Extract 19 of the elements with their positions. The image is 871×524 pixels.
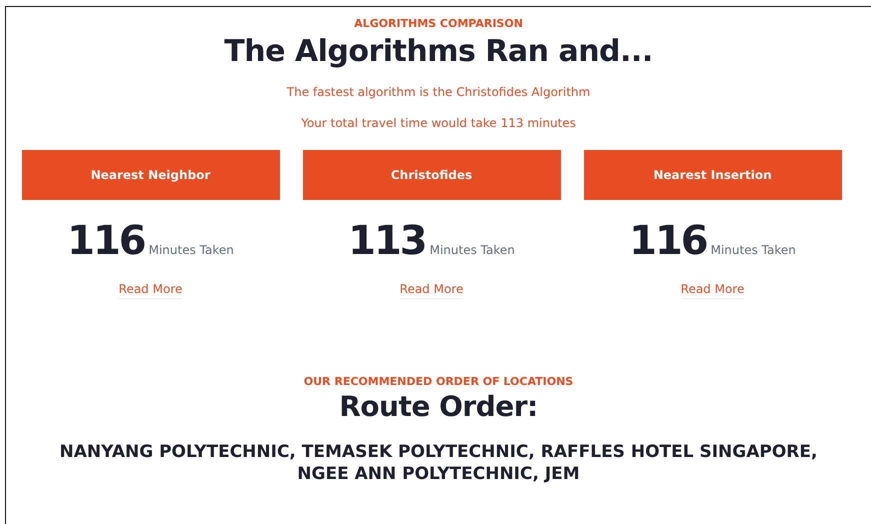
section-eyebrow: ALGORITHMS COMPARISON bbox=[354, 17, 523, 30]
section-title: The Algorithms Ran and... bbox=[224, 34, 653, 69]
minutes-label: Minutes Taken bbox=[710, 243, 796, 257]
minutes-value: 113 bbox=[348, 218, 426, 264]
read-more-link[interactable]: Read More bbox=[118, 282, 182, 299]
minutes-label: Minutes Taken bbox=[430, 243, 515, 257]
minutes-label: Minutes Taken bbox=[148, 243, 234, 257]
summary-text: Your total travel time would take 113 minutes bbox=[301, 116, 576, 130]
read-more-link[interactable]: Read More bbox=[400, 282, 464, 299]
algorithm-header: Nearest Neighbor bbox=[22, 150, 280, 200]
read-more-link[interactable]: Read More bbox=[680, 282, 744, 299]
minutes-value: 116 bbox=[67, 218, 145, 264]
section-title: Route Order: bbox=[339, 390, 538, 423]
algorithm-header: Christofides bbox=[302, 150, 560, 200]
summary-text: The fastest algorithm is the Christofides Algorithm bbox=[286, 85, 590, 99]
section-eyebrow: OUR RECOMMENDED ORDER OF LOCATIONS bbox=[304, 375, 574, 388]
algorithm-header: Nearest Insertion bbox=[584, 150, 842, 200]
minutes-value: 116 bbox=[629, 218, 707, 264]
route-order-text: NANYANG POLYTECHNIC, TEMASEK POLYTECHNIC, RAFFLES HOTEL SINGAPORE, NGEE ANN POLYTECHNIC, JEM bbox=[58, 441, 818, 485]
